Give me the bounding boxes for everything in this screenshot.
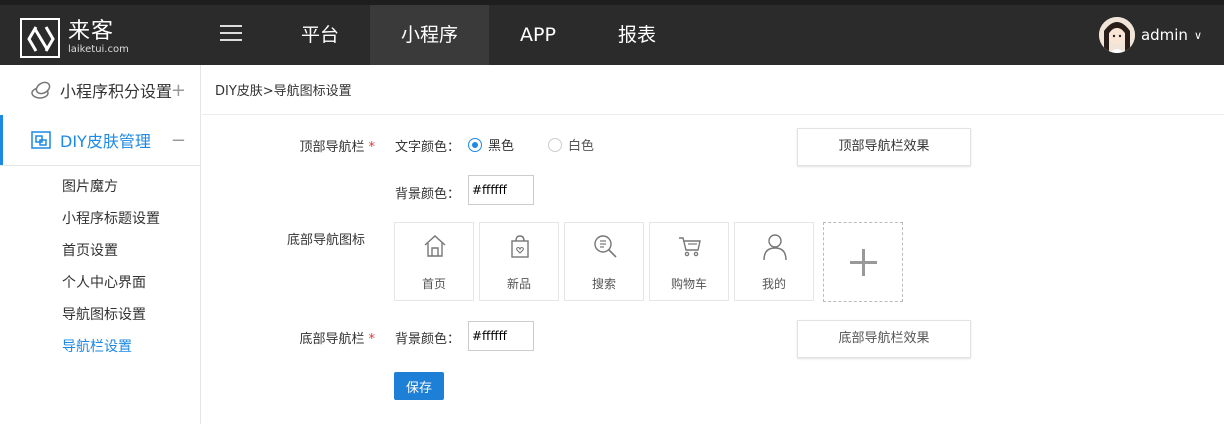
top-bg-color-label: 背景颜色： — [395, 187, 461, 202]
sidebar-group-diy-skin[interactable]: DIY皮肤管理 − — [0, 115, 200, 165]
bottom-nav-effect-button[interactable]: 底部导航栏效果 — [797, 320, 971, 358]
bottom-bg-color-input[interactable] — [468, 321, 534, 351]
top-nav: 平台 小程序 APP 报表 — [270, 5, 687, 65]
cart-icon — [679, 237, 701, 257]
top-nav-label: 顶部导航栏 * — [299, 140, 376, 155]
skin-icon — [31, 131, 51, 149]
text-color-label: 文字颜色： — [395, 140, 461, 155]
top-bg-color-input[interactable] — [468, 175, 534, 205]
breadcrumb: DIY皮肤>导航图标设置 — [215, 84, 352, 99]
nav-icon-label: 我的 — [761, 277, 786, 291]
sidebar-item-title-settings[interactable]: 小程序标题设置 — [62, 208, 160, 228]
top-bar: 来客 laiketui.com 平台 小程序 APP 报表 admin ∨ — [0, 0, 1224, 65]
divider — [0, 165, 200, 166]
nav-icon-card-new[interactable]: 新品 — [479, 222, 559, 301]
radio-unchecked-icon — [548, 137, 562, 152]
bottom-nav-label: 底部导航栏 * — [299, 332, 376, 347]
save-button[interactable]: 保存 — [394, 372, 444, 400]
logo[interactable]: 来客 laiketui.com — [20, 18, 129, 58]
collapse-icon[interactable]: − — [171, 130, 186, 151]
sidebar-group-points[interactable]: 小程序积分设置 + — [0, 65, 200, 115]
required-mark: * — [368, 332, 376, 347]
sidebar-item-picture-cube[interactable]: 图片魔方 — [62, 176, 118, 196]
nav-platform[interactable]: 平台 — [270, 5, 370, 65]
user-icon — [763, 234, 787, 261]
nav-icon-card-mine[interactable]: 我的 — [734, 222, 814, 301]
radio-white[interactable]: 白色 — [548, 135, 594, 154]
logo-title: 来客 — [68, 19, 115, 44]
home-icon — [424, 235, 446, 257]
nav-icon-label: 搜索 — [591, 277, 616, 291]
nav-icon-card-cart[interactable]: 购物车 — [649, 222, 729, 301]
divider — [202, 114, 1224, 115]
logo-subtitle: laiketui.com — [68, 44, 129, 55]
sidebar-item-nav-icon-settings[interactable]: 导航图标设置 — [62, 304, 146, 324]
nav-app[interactable]: APP — [489, 5, 587, 65]
bag-icon — [511, 235, 529, 258]
sidebar-item-profile-page[interactable]: 个人中心界面 — [62, 272, 146, 292]
bottom-bg-color-label: 背景颜色： — [395, 332, 461, 347]
add-nav-icon-button[interactable] — [823, 222, 903, 302]
logo-mark-icon — [20, 18, 60, 58]
nav-icon-card-search[interactable]: 搜索 — [564, 222, 644, 301]
nav-icon-card-home[interactable]: 首页 — [394, 222, 474, 301]
chevron-down-icon: ∨ — [1193, 28, 1202, 42]
nav-icon-label: 购物车 — [670, 277, 707, 291]
sidebar-group-label: DIY皮肤管理 — [60, 132, 151, 151]
sidebar: 小程序积分设置 + DIY皮肤管理 − 图片魔方 小程序标题设置 首页设置 个人… — [0, 65, 201, 424]
nav-reports[interactable]: 报表 — [587, 5, 687, 65]
sidebar-item-home-settings[interactable]: 首页设置 — [62, 240, 118, 260]
nav-mini-program[interactable]: 小程序 — [370, 5, 490, 65]
avatar — [1098, 17, 1135, 53]
top-nav-effect-button[interactable]: 顶部导航栏效果 — [797, 128, 971, 166]
sidebar-item-nav-bar-settings[interactable]: 导航栏设置 — [62, 336, 132, 356]
required-mark: * — [368, 140, 376, 155]
search-icon — [594, 235, 617, 258]
user-menu[interactable]: admin ∨ — [1098, 17, 1202, 53]
username: admin — [1140, 26, 1188, 44]
nav-icon-label: 新品 — [506, 277, 531, 291]
expand-icon[interactable]: + — [171, 80, 186, 101]
hamburger-menu-icon[interactable] — [220, 25, 242, 45]
coins-icon — [31, 81, 51, 99]
radio-black[interactable]: 黑色 — [468, 135, 514, 154]
sidebar-group-label: 小程序积分设置 — [60, 82, 173, 101]
nav-icon-label: 首页 — [421, 277, 446, 291]
bottom-icons-label: 底部导航图标 — [286, 233, 365, 248]
radio-checked-icon — [468, 137, 482, 152]
